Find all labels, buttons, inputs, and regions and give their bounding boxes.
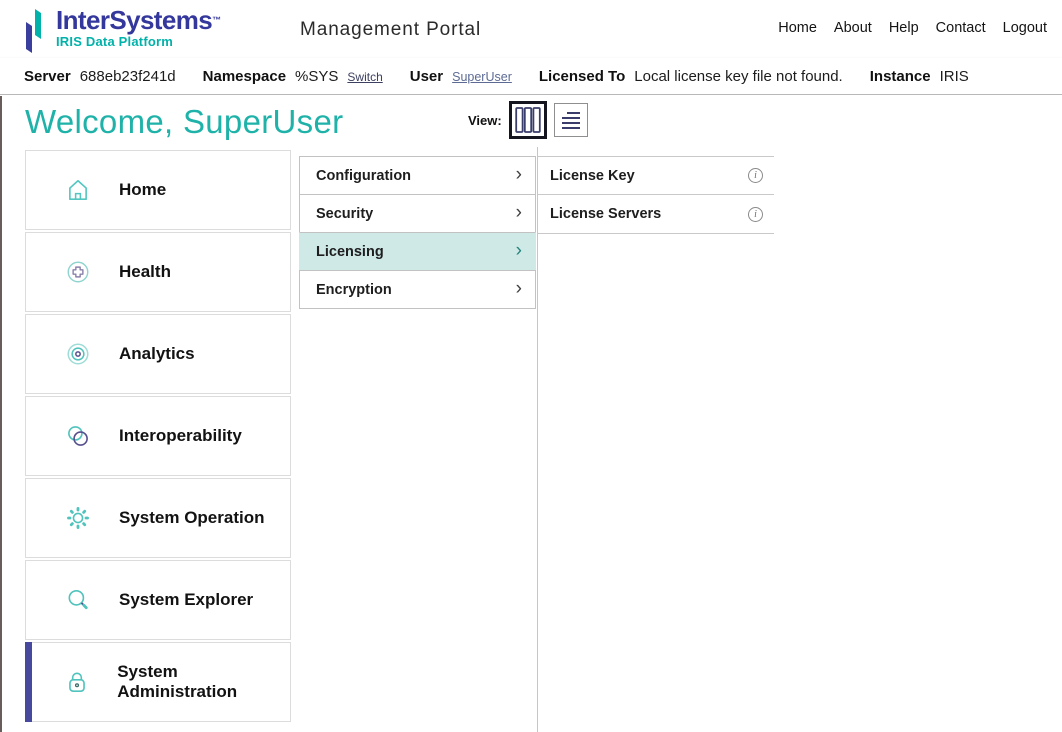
interoperability-icon xyxy=(64,423,92,449)
sidebar-item-analytics[interactable]: Analytics xyxy=(25,314,291,394)
sidebar-item-label: System Explorer xyxy=(119,590,253,610)
intersystems-logo: InterSystems™ IRIS Data Platform xyxy=(22,7,221,53)
sidebar-item-home[interactable]: Home xyxy=(25,150,291,230)
analytics-icon xyxy=(64,341,92,367)
namespace-value: %SYS xyxy=(295,68,338,85)
welcome-banner: Welcome, SuperUser View: xyxy=(0,95,1062,147)
sidebar-item-label: Interoperability xyxy=(119,426,242,446)
submenu-item-label: Encryption xyxy=(316,282,392,298)
main-menu: Home Health Analytics xyxy=(25,150,291,724)
user-info: User SuperUser xyxy=(410,68,512,85)
menu-item-license-servers[interactable]: License Servers i xyxy=(538,195,774,234)
info-icon[interactable]: i xyxy=(748,207,763,222)
chevron-right-icon: › xyxy=(516,279,522,298)
namespace-label: Namespace xyxy=(203,68,286,85)
top-header: InterSystems™ IRIS Data Platform Managem… xyxy=(0,0,1062,58)
submenu-licensing: License Key i License Servers i xyxy=(538,156,774,234)
sidebar-item-interoperability[interactable]: Interoperability xyxy=(25,396,291,476)
submenu-item-licensing[interactable]: Licensing › xyxy=(299,232,536,271)
intersystems-logo-icon xyxy=(22,9,48,53)
nav-home-link[interactable]: Home xyxy=(778,20,817,36)
page-title: Management Portal xyxy=(300,19,481,41)
view-label: View: xyxy=(468,113,502,128)
system-administration-icon xyxy=(64,669,90,695)
submenu-item-encryption[interactable]: Encryption › xyxy=(299,270,536,309)
user-label: User xyxy=(410,68,443,85)
sidebar-item-label: System Administration xyxy=(117,662,290,702)
instance-info: Instance IRIS xyxy=(870,68,969,85)
submenu-item-label: Security xyxy=(316,206,373,222)
health-icon xyxy=(64,259,92,285)
namespace-info: Namespace %SYS Switch xyxy=(203,68,383,85)
instance-label: Instance xyxy=(870,68,931,85)
list-view-icon xyxy=(556,105,586,135)
chevron-right-icon: › xyxy=(516,241,522,260)
sidebar-item-label: Analytics xyxy=(119,344,195,364)
menu-item-label: License Servers xyxy=(550,206,661,222)
submenu-system-administration: Configuration › Security › Licensing › E… xyxy=(299,156,536,309)
management-portal-page: InterSystems™ IRIS Data Platform Managem… xyxy=(0,0,1062,732)
chevron-right-icon: › xyxy=(516,165,522,184)
system-explorer-icon xyxy=(64,587,92,613)
server-info-bar: Server 688eb23f241d Namespace %SYS Switc… xyxy=(0,58,1062,95)
brand-name: InterSystems xyxy=(56,5,212,35)
nav-about-link[interactable]: About xyxy=(834,20,872,36)
menu-item-label: License Key xyxy=(550,168,635,184)
submenu-item-configuration[interactable]: Configuration › xyxy=(299,156,536,195)
nav-logout-link[interactable]: Logout xyxy=(1003,20,1047,36)
system-operation-icon xyxy=(64,505,92,531)
info-icon[interactable]: i xyxy=(748,168,763,183)
licensed-to-value: Local license key file not found. xyxy=(634,68,842,85)
columns-view-button[interactable] xyxy=(509,101,547,139)
licensed-to-info: Licensed To Local license key file not f… xyxy=(539,68,843,85)
instance-value: IRIS xyxy=(940,68,969,85)
namespace-switch-link[interactable]: Switch xyxy=(347,70,382,84)
sidebar-item-health[interactable]: Health xyxy=(25,232,291,312)
columns-view-icon xyxy=(513,105,543,135)
list-view-button[interactable] xyxy=(554,103,588,137)
brand-trademark: ™ xyxy=(212,15,220,25)
welcome-heading: Welcome, SuperUser xyxy=(25,103,343,141)
column-divider xyxy=(537,147,538,732)
server-info: Server 688eb23f241d xyxy=(24,68,176,85)
submenu-item-label: Licensing xyxy=(316,244,384,260)
sidebar-item-label: Home xyxy=(119,180,166,200)
brand-subtitle: IRIS Data Platform xyxy=(56,34,221,49)
logo-text: InterSystems™ IRIS Data Platform xyxy=(56,7,221,49)
top-nav: Home About Help Contact Logout xyxy=(778,20,1047,36)
server-label: Server xyxy=(24,68,71,85)
window-edge-line xyxy=(0,96,2,732)
licensed-to-label: Licensed To xyxy=(539,68,625,85)
sidebar-item-label: System Operation xyxy=(119,508,265,528)
nav-contact-link[interactable]: Contact xyxy=(936,20,986,36)
menu-item-license-key[interactable]: License Key i xyxy=(538,156,774,195)
sidebar-item-label: Health xyxy=(119,262,171,282)
sidebar-item-system-administration[interactable]: System Administration xyxy=(25,642,291,722)
server-value: 688eb23f241d xyxy=(80,68,176,85)
submenu-item-security[interactable]: Security › xyxy=(299,194,536,233)
sidebar-item-system-operation[interactable]: System Operation xyxy=(25,478,291,558)
sidebar-item-system-explorer[interactable]: System Explorer xyxy=(25,560,291,640)
view-switcher: View: xyxy=(468,101,588,139)
submenu-item-label: Configuration xyxy=(316,168,411,184)
home-icon xyxy=(64,177,92,203)
chevron-right-icon: › xyxy=(516,203,522,222)
user-profile-link[interactable]: SuperUser xyxy=(452,70,512,84)
nav-help-link[interactable]: Help xyxy=(889,20,919,36)
